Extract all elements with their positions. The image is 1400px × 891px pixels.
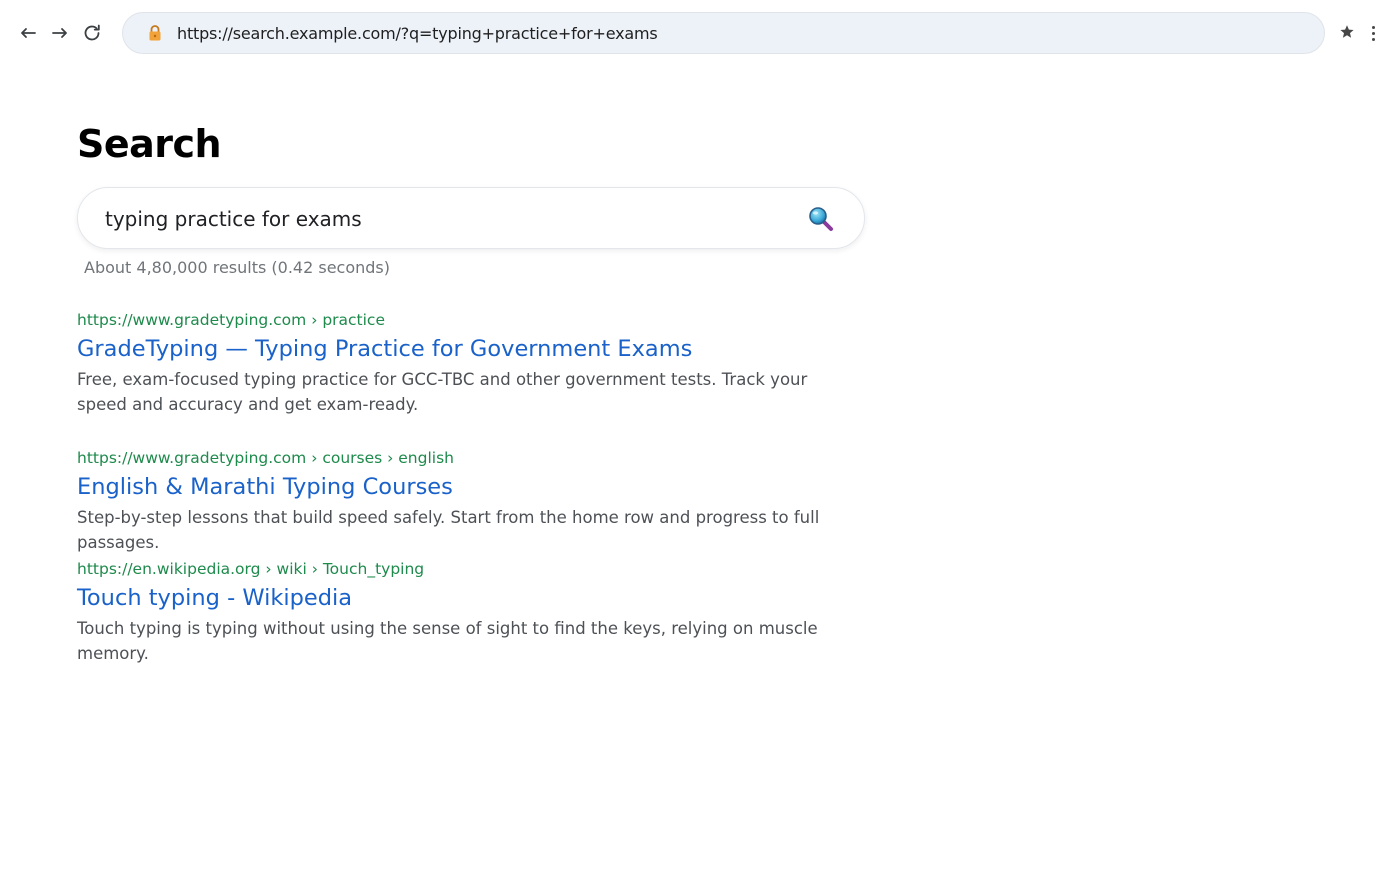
search-result: https://www.gradetyping.com › courses › … xyxy=(77,448,857,555)
result-url[interactable]: https://en.wikipedia.org › wiki › Touch_… xyxy=(77,559,857,579)
result-snippet: Touch typing is typing without using the… xyxy=(77,619,818,663)
search-box xyxy=(77,187,865,249)
result-title-link[interactable]: English & Marathi Typing Courses xyxy=(77,472,857,502)
reload-icon xyxy=(84,24,100,41)
result-title-link[interactable]: GradeTyping — Typing Practice for Govern… xyxy=(77,334,857,364)
result-title-link[interactable]: Touch typing - Wikipedia xyxy=(77,583,857,613)
back-button[interactable] xyxy=(13,18,43,48)
search-button[interactable] xyxy=(806,204,836,234)
result-snippet: Free, exam-focused typing practice for G… xyxy=(77,370,808,414)
page-title: Search xyxy=(77,122,222,166)
arrow-right-icon xyxy=(52,28,67,38)
search-input[interactable] xyxy=(105,202,795,236)
reload-button[interactable] xyxy=(77,18,107,48)
result-url[interactable]: https://www.gradetyping.com › courses › … xyxy=(77,448,857,468)
result-snippet: Step-by-step lessons that build speed sa… xyxy=(77,508,820,552)
results-stats: About 4,80,000 results (0.42 seconds) xyxy=(84,258,391,277)
address-bar[interactable]: https://search.example.com/?q=typing+pra… xyxy=(122,12,1325,54)
browser-toolbar: https://search.example.com/?q=typing+pra… xyxy=(0,0,1400,66)
menu-dot xyxy=(1371,37,1375,41)
arrow-left-icon xyxy=(21,28,36,38)
result-url[interactable]: https://www.gradetyping.com › practice xyxy=(77,310,857,330)
search-result: https://en.wikipedia.org › wiki › Touch_… xyxy=(77,559,857,666)
lock-icon[interactable] xyxy=(147,24,163,42)
kebab-menu-icon[interactable] xyxy=(1366,22,1380,44)
magnifier-icon xyxy=(809,207,833,231)
star-icon[interactable] xyxy=(1337,22,1357,42)
search-result: https://www.gradetyping.com › practice G… xyxy=(77,310,857,417)
menu-dot xyxy=(1371,31,1375,35)
url-text[interactable]: https://search.example.com/?q=typing+pra… xyxy=(177,24,658,43)
forward-button[interactable] xyxy=(45,18,75,48)
menu-dot xyxy=(1371,25,1375,29)
